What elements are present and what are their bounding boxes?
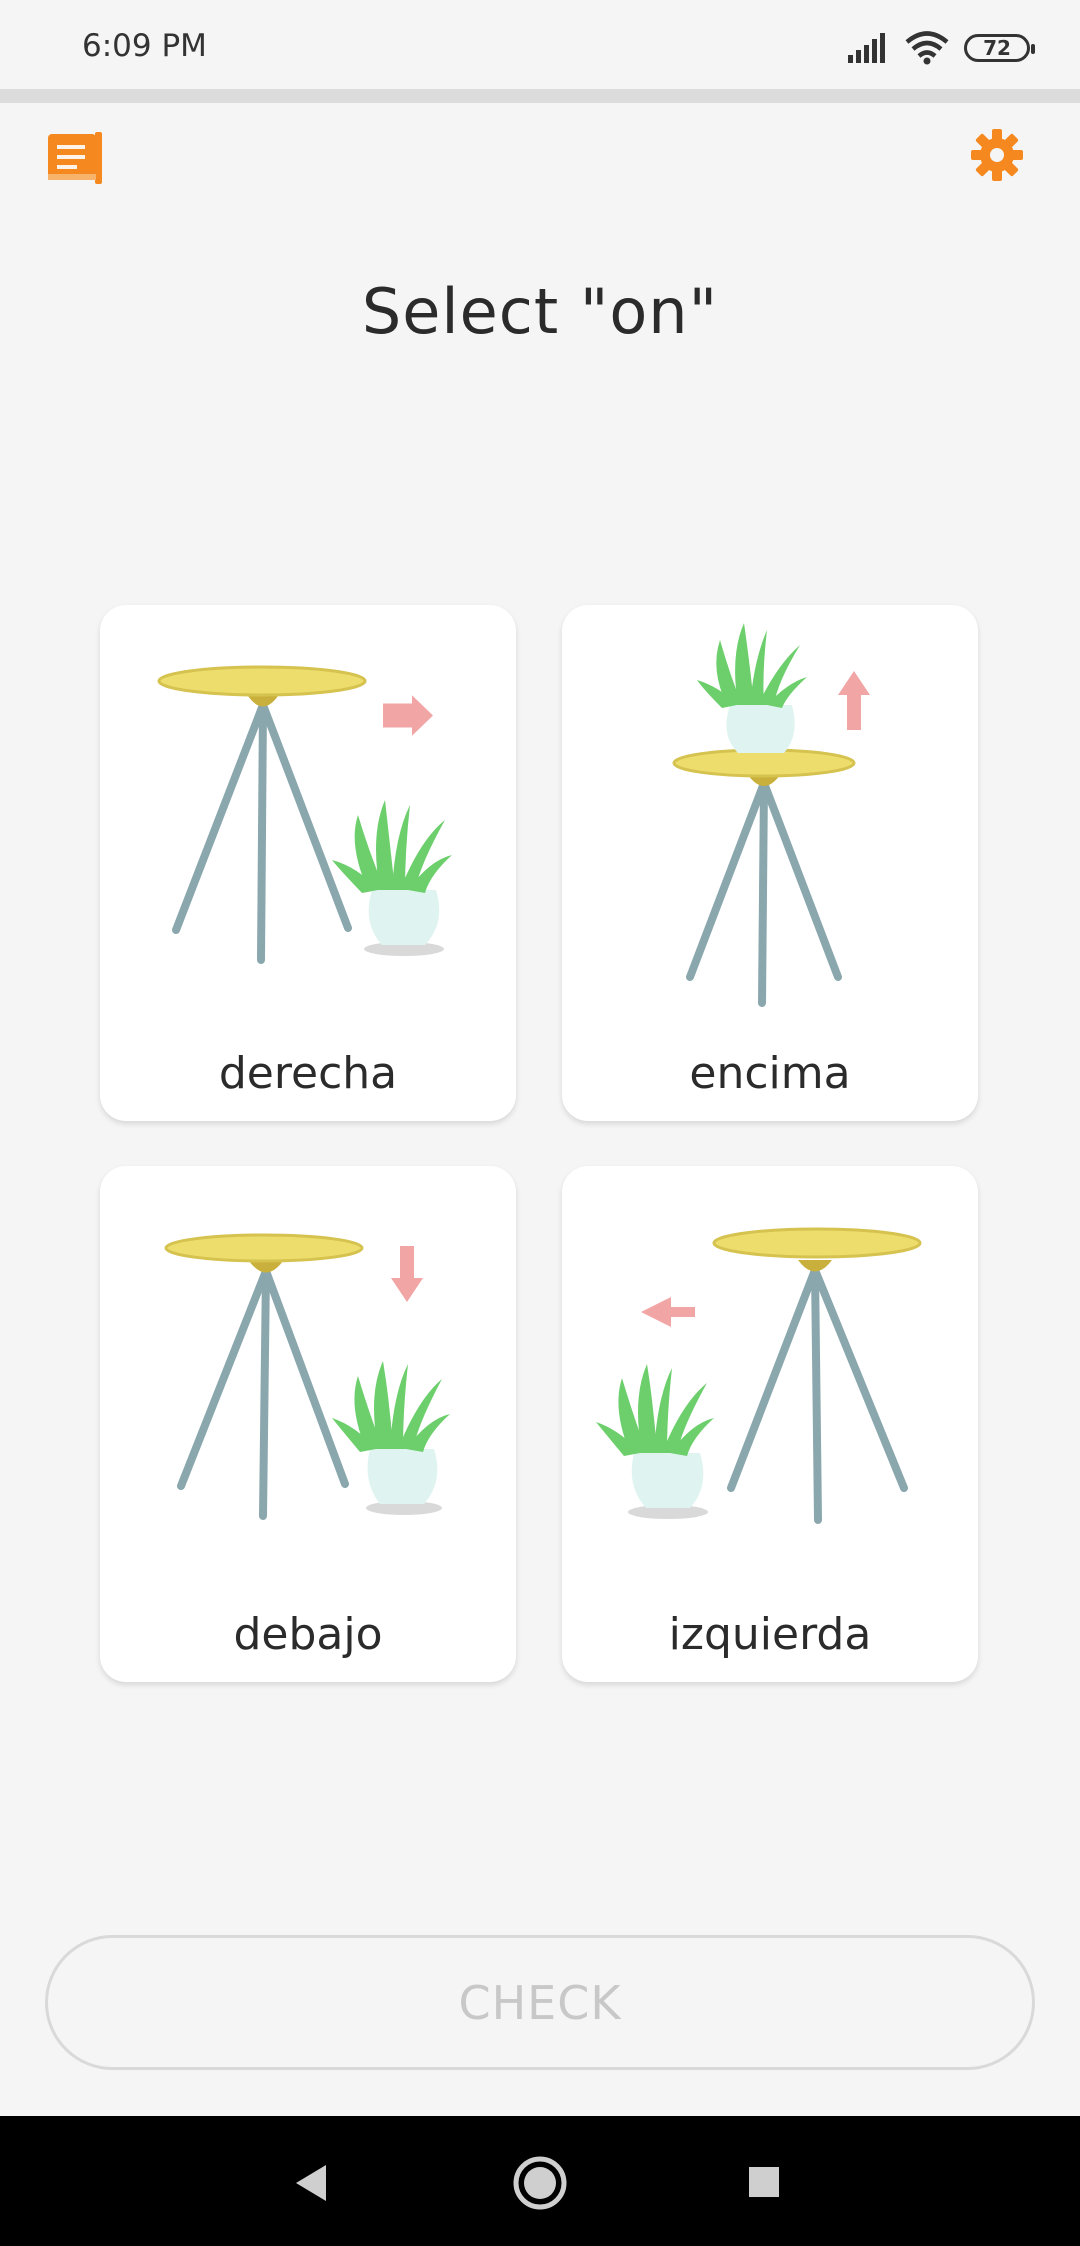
status-divider [0, 89, 1080, 103]
status-icons: 72 [848, 28, 1035, 68]
check-button[interactable]: CHECK [45, 1935, 1035, 2070]
option-label: derecha [218, 1048, 398, 1099]
option-label: debajo [233, 1609, 383, 1660]
back-icon[interactable] [292, 2163, 330, 2203]
notebook-icon[interactable] [48, 132, 104, 184]
option-card-encima[interactable]: encima [562, 605, 978, 1121]
option-card-izquierda[interactable]: izquierda [562, 1166, 978, 1682]
prompt-title: Select "on" [361, 275, 719, 348]
status-time: 6:09 PM [82, 28, 207, 64]
signal-icon [848, 33, 885, 63]
battery-icon: 72 [964, 34, 1035, 62]
option-card-debajo[interactable]: debajo [100, 1166, 516, 1682]
option-card-derecha[interactable]: derecha [100, 605, 516, 1121]
home-icon[interactable] [512, 2155, 568, 2211]
status-bar: 6:09 PM 72 [0, 0, 1080, 90]
battery-level: 72 [983, 36, 1011, 60]
recents-icon[interactable] [747, 2165, 781, 2199]
navigation-bar [0, 2116, 1080, 2246]
plant-below-table-illustration [164, 1233, 450, 1520]
plant-on-table-illustration [672, 623, 870, 1007]
plant-right-of-table-illustration [157, 665, 452, 964]
gear-icon[interactable] [970, 128, 1024, 182]
option-label: encima [689, 1048, 851, 1099]
plant-left-of-table-illustration [596, 1227, 922, 1524]
wifi-icon [905, 31, 949, 65]
option-label: izquierda [668, 1609, 872, 1660]
